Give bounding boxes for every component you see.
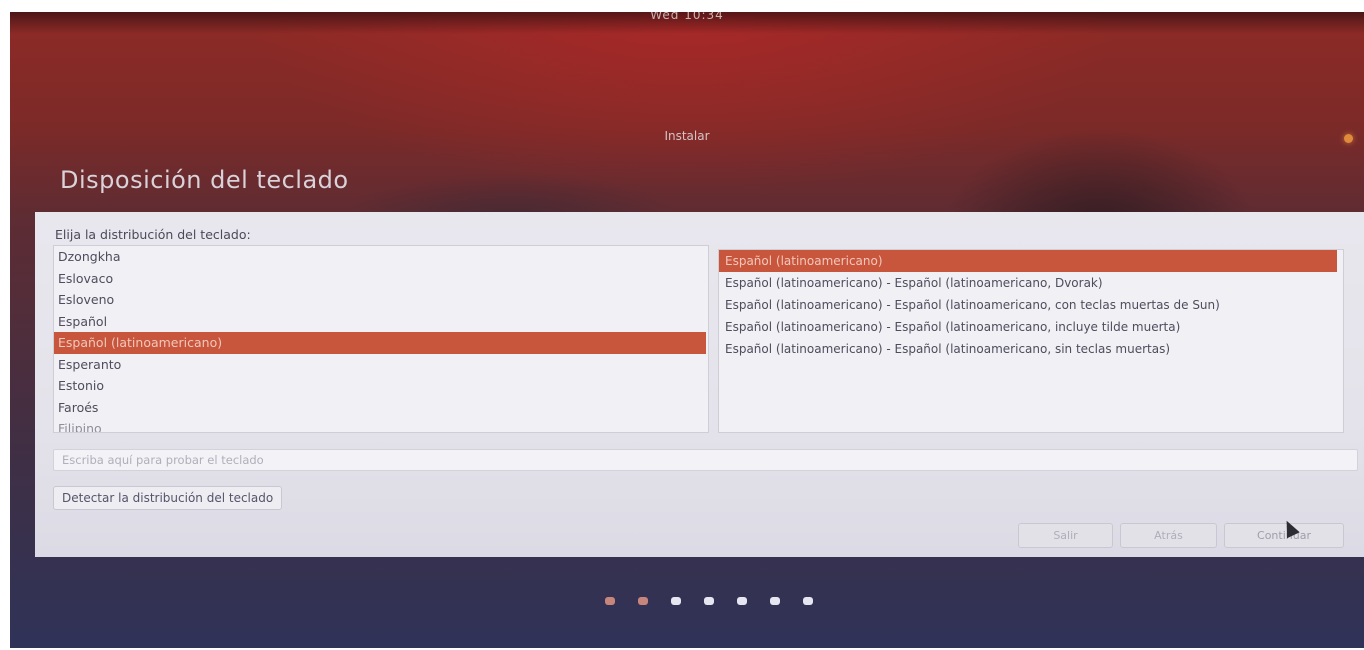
variant-item[interactable]: Español (latinoamericano) - Español (lat… xyxy=(719,294,1343,316)
progress-dot xyxy=(737,597,747,605)
variant-list[interactable]: Español (latinoamericano) Español (latin… xyxy=(718,249,1344,433)
progress-dot xyxy=(704,597,714,605)
progress-dots xyxy=(605,597,813,605)
layout-item[interactable]: Esloveno xyxy=(54,289,708,311)
progress-dot xyxy=(803,597,813,605)
back-button[interactable]: Atrás xyxy=(1120,523,1217,548)
quit-button[interactable]: Salir xyxy=(1018,523,1113,548)
layout-prompt: Elija la distribución del teclado: xyxy=(55,227,251,242)
keyboard-layout-panel: Elija la distribución del teclado: Dzong… xyxy=(35,212,1364,557)
variant-item[interactable]: Español (latinoamericano) - Español (lat… xyxy=(719,272,1343,294)
keyboard-test-input[interactable] xyxy=(53,449,1358,471)
layout-item-selected[interactable]: Español (latinoamericano) xyxy=(54,332,706,354)
layout-item[interactable]: Faroés xyxy=(54,397,708,419)
close-icon[interactable] xyxy=(1344,134,1353,143)
progress-dot-completed xyxy=(638,597,648,605)
progress-dot xyxy=(770,597,780,605)
layout-item[interactable]: Filipino xyxy=(54,418,708,432)
variant-item-selected[interactable]: Español (latinoamericano) xyxy=(719,250,1337,272)
progress-dot xyxy=(671,597,681,605)
layout-item[interactable]: Dzongkha xyxy=(54,246,708,268)
installer-screen: Wed 10:34 Instalar Disposición del tecla… xyxy=(10,12,1364,648)
layout-item[interactable]: Eslovaco xyxy=(54,268,708,290)
top-bar: Wed 10:34 xyxy=(10,12,1364,34)
progress-dot-completed xyxy=(605,597,615,605)
layout-item[interactable]: Español xyxy=(54,311,708,333)
layout-list[interactable]: Dzongkha Eslovaco Esloveno Español Españ… xyxy=(53,245,709,433)
variant-item[interactable]: Español (latinoamericano) - Español (lat… xyxy=(719,316,1343,338)
page-title: Disposición del teclado xyxy=(60,166,349,194)
clock: Wed 10:34 xyxy=(650,12,724,22)
layout-item[interactable]: Estonio xyxy=(54,375,708,397)
variant-item[interactable]: Español (latinoamericano) - Español (lat… xyxy=(719,338,1343,360)
detect-layout-button[interactable]: Detectar la distribución del teclado xyxy=(53,486,283,510)
window-title: Instalar xyxy=(664,129,710,143)
layout-item[interactable]: Esperanto xyxy=(54,354,708,376)
